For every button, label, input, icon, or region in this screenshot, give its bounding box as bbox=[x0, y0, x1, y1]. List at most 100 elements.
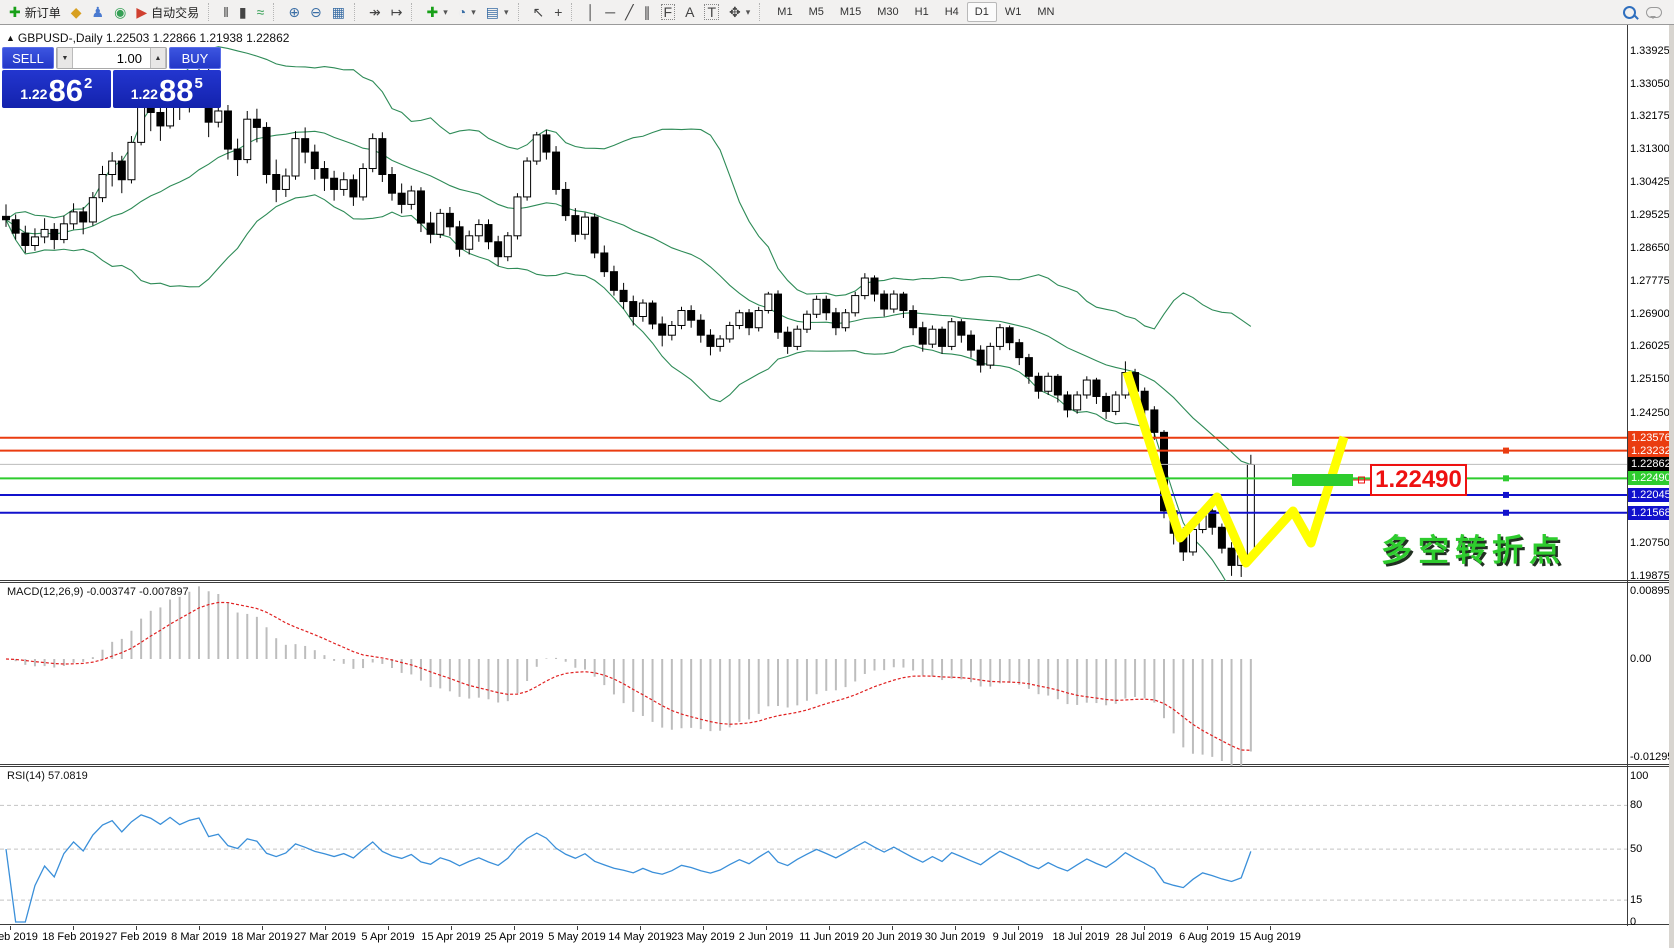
date-label: 18 Jul 2019 bbox=[1053, 931, 1110, 943]
symbol-marker-icon: ▲ bbox=[6, 33, 15, 43]
arrows-button[interactable]: ✥▾ bbox=[724, 2, 755, 23]
line-handle[interactable] bbox=[1503, 510, 1509, 516]
date-axis[interactable]: 8 Feb 201918 Feb 201927 Feb 20198 Mar 20… bbox=[0, 926, 1674, 948]
tab-timeframe-w1[interactable]: W1 bbox=[997, 2, 1030, 22]
zoom-in-button[interactable]: ⊕ bbox=[283, 2, 305, 23]
chevron-down-icon: ▾ bbox=[504, 7, 509, 18]
auto-scroll-button[interactable]: ↠ bbox=[364, 2, 386, 23]
price-annotation-box[interactable]: 1.22490 bbox=[1370, 464, 1467, 496]
date-label: 20 Jun 2019 bbox=[862, 931, 923, 943]
date-tick bbox=[514, 926, 515, 930]
main-chart-panel[interactable]: ▲GBPUSD-,Daily 1.22503 1.22866 1.21938 1… bbox=[0, 25, 1674, 581]
rsi-tick-label: 100 bbox=[1630, 770, 1674, 783]
text-button[interactable]: A bbox=[680, 2, 699, 23]
trendline-button[interactable]: ╱ bbox=[620, 2, 638, 23]
sell-button[interactable]: SELL bbox=[2, 47, 54, 69]
vertical-line-icon: │ bbox=[586, 5, 595, 19]
price-tick-label: 1.26900 bbox=[1630, 308, 1674, 321]
volume-value[interactable]: 1.00 bbox=[73, 48, 150, 68]
macd-signal-line bbox=[6, 602, 1251, 750]
periods-button[interactable]: ◔▾ bbox=[453, 2, 481, 23]
date-tick bbox=[703, 926, 704, 930]
date-tick bbox=[577, 926, 578, 930]
sell-price[interactable]: 1.22 86 2 bbox=[2, 70, 111, 108]
text-icon: A bbox=[685, 5, 694, 19]
zigzag-annotation[interactable] bbox=[1127, 372, 1344, 563]
seal-icon: ◆ bbox=[71, 5, 82, 19]
buy-price[interactable]: 1.22 88 5 bbox=[113, 70, 222, 108]
line-handle[interactable] bbox=[1503, 448, 1509, 454]
templates-button[interactable]: ▤▾ bbox=[481, 2, 514, 23]
metaquotes-seal-button[interactable]: ◆ bbox=[66, 2, 87, 23]
rsi-chart-surface[interactable] bbox=[0, 767, 1674, 926]
new-order-button[interactable]: ✚ 新订单 bbox=[4, 2, 66, 23]
line-chart-button[interactable]: ≈ bbox=[252, 2, 270, 23]
toolbar-separator bbox=[411, 3, 418, 21]
text-label-button[interactable]: T bbox=[699, 2, 724, 23]
line-handle[interactable] bbox=[1503, 492, 1509, 498]
chart-shift-button[interactable]: ↦ bbox=[386, 2, 408, 23]
rsi-label: RSI(14) 57.0819 bbox=[7, 770, 88, 782]
candlestick-chart-surface[interactable] bbox=[0, 25, 1674, 581]
bollinger-lower bbox=[6, 195, 1251, 581]
fibonacci-button[interactable]: F bbox=[656, 2, 681, 23]
date-label: 27 Mar 2019 bbox=[294, 931, 356, 943]
zoom-out-button[interactable]: ⊖ bbox=[305, 2, 327, 23]
candlestick-chart-icon: ▮ bbox=[239, 5, 247, 19]
volume-down-icon[interactable]: ▼ bbox=[57, 48, 73, 68]
tab-timeframe-m30[interactable]: M30 bbox=[869, 2, 906, 22]
main-toolbar: ✚ 新订单 ◆ ♟ ◉ ▶ 自动交易 ‖ ▮ ≈ ⊕ ⊖ ▦ ↠ ↦ ✚▾ ◔▾… bbox=[0, 0, 1674, 25]
arrows-icon: ✥ bbox=[729, 5, 741, 19]
profile-button[interactable]: ♟ bbox=[87, 2, 110, 23]
date-label: 6 Aug 2019 bbox=[1179, 931, 1235, 943]
volume-up-icon[interactable]: ▲ bbox=[150, 48, 166, 68]
highlight-rect[interactable] bbox=[1292, 474, 1353, 486]
price-tick-label: 1.24250 bbox=[1630, 407, 1674, 420]
tab-timeframe-h4[interactable]: H4 bbox=[937, 2, 967, 22]
crosshair-button[interactable]: + bbox=[549, 2, 567, 23]
indicators-button[interactable]: ✚▾ bbox=[421, 2, 452, 23]
channel-button[interactable]: ∥ bbox=[639, 2, 656, 23]
price-tick-label: 1.27775 bbox=[1630, 275, 1674, 288]
macd-indicator-panel[interactable]: MACD(12,26,9) -0.003747 -0.007897 0.0089… bbox=[0, 582, 1674, 765]
date-tick bbox=[199, 926, 200, 930]
vertical-line-button[interactable]: │ bbox=[581, 2, 600, 23]
tab-timeframe-d1[interactable]: D1 bbox=[967, 2, 997, 22]
candlestick-chart-button[interactable]: ▮ bbox=[234, 2, 252, 23]
macd-chart-surface[interactable] bbox=[0, 583, 1674, 766]
volume-stepper[interactable]: ▼ 1.00 ▲ bbox=[56, 47, 167, 69]
chinese-note-text[interactable]: 多空转折点 bbox=[1381, 525, 1566, 570]
date-tick bbox=[892, 926, 893, 930]
chat-icon[interactable] bbox=[1646, 7, 1662, 18]
date-tick bbox=[1144, 926, 1145, 930]
text-label-icon: T bbox=[704, 4, 719, 20]
tab-timeframe-mn[interactable]: MN bbox=[1029, 2, 1062, 22]
rsi-tick-label: 15 bbox=[1630, 894, 1674, 907]
cursor-button[interactable]: ↖ bbox=[528, 2, 550, 23]
tab-timeframe-m15[interactable]: M15 bbox=[832, 2, 869, 22]
date-tick bbox=[262, 926, 263, 930]
date-tick bbox=[1081, 926, 1082, 930]
buy-button[interactable]: BUY bbox=[169, 47, 221, 69]
line-handle[interactable] bbox=[1503, 475, 1509, 481]
search-icon[interactable] bbox=[1623, 6, 1636, 19]
window-edge-strip bbox=[1669, 25, 1674, 948]
signals-button[interactable]: ◉ bbox=[109, 2, 131, 23]
tab-timeframe-m1[interactable]: M1 bbox=[769, 2, 800, 22]
horizontal-line-button[interactable]: ─ bbox=[600, 2, 620, 23]
chart-title-text: GBPUSD-,Daily 1.22503 1.22866 1.21938 1.… bbox=[18, 31, 290, 45]
rsi-tick-label: 50 bbox=[1630, 843, 1674, 856]
rsi-tick-label: 80 bbox=[1630, 799, 1674, 812]
tile-windows-button[interactable]: ▦ bbox=[327, 2, 350, 23]
date-tick bbox=[136, 926, 137, 930]
chevron-down-icon: ▾ bbox=[471, 7, 476, 18]
date-label: 14 May 2019 bbox=[608, 931, 672, 943]
rsi-indicator-panel[interactable]: RSI(14) 57.0819 1008050150 bbox=[0, 766, 1674, 925]
autotrading-button[interactable]: ▶ 自动交易 bbox=[131, 2, 204, 23]
date-tick bbox=[325, 926, 326, 930]
bar-chart-button[interactable]: ‖ bbox=[218, 2, 234, 23]
profile-icon: ♟ bbox=[92, 5, 105, 19]
date-label: 9 Jul 2019 bbox=[993, 931, 1044, 943]
tab-timeframe-m5[interactable]: M5 bbox=[801, 2, 832, 22]
tab-timeframe-h1[interactable]: H1 bbox=[907, 2, 937, 22]
